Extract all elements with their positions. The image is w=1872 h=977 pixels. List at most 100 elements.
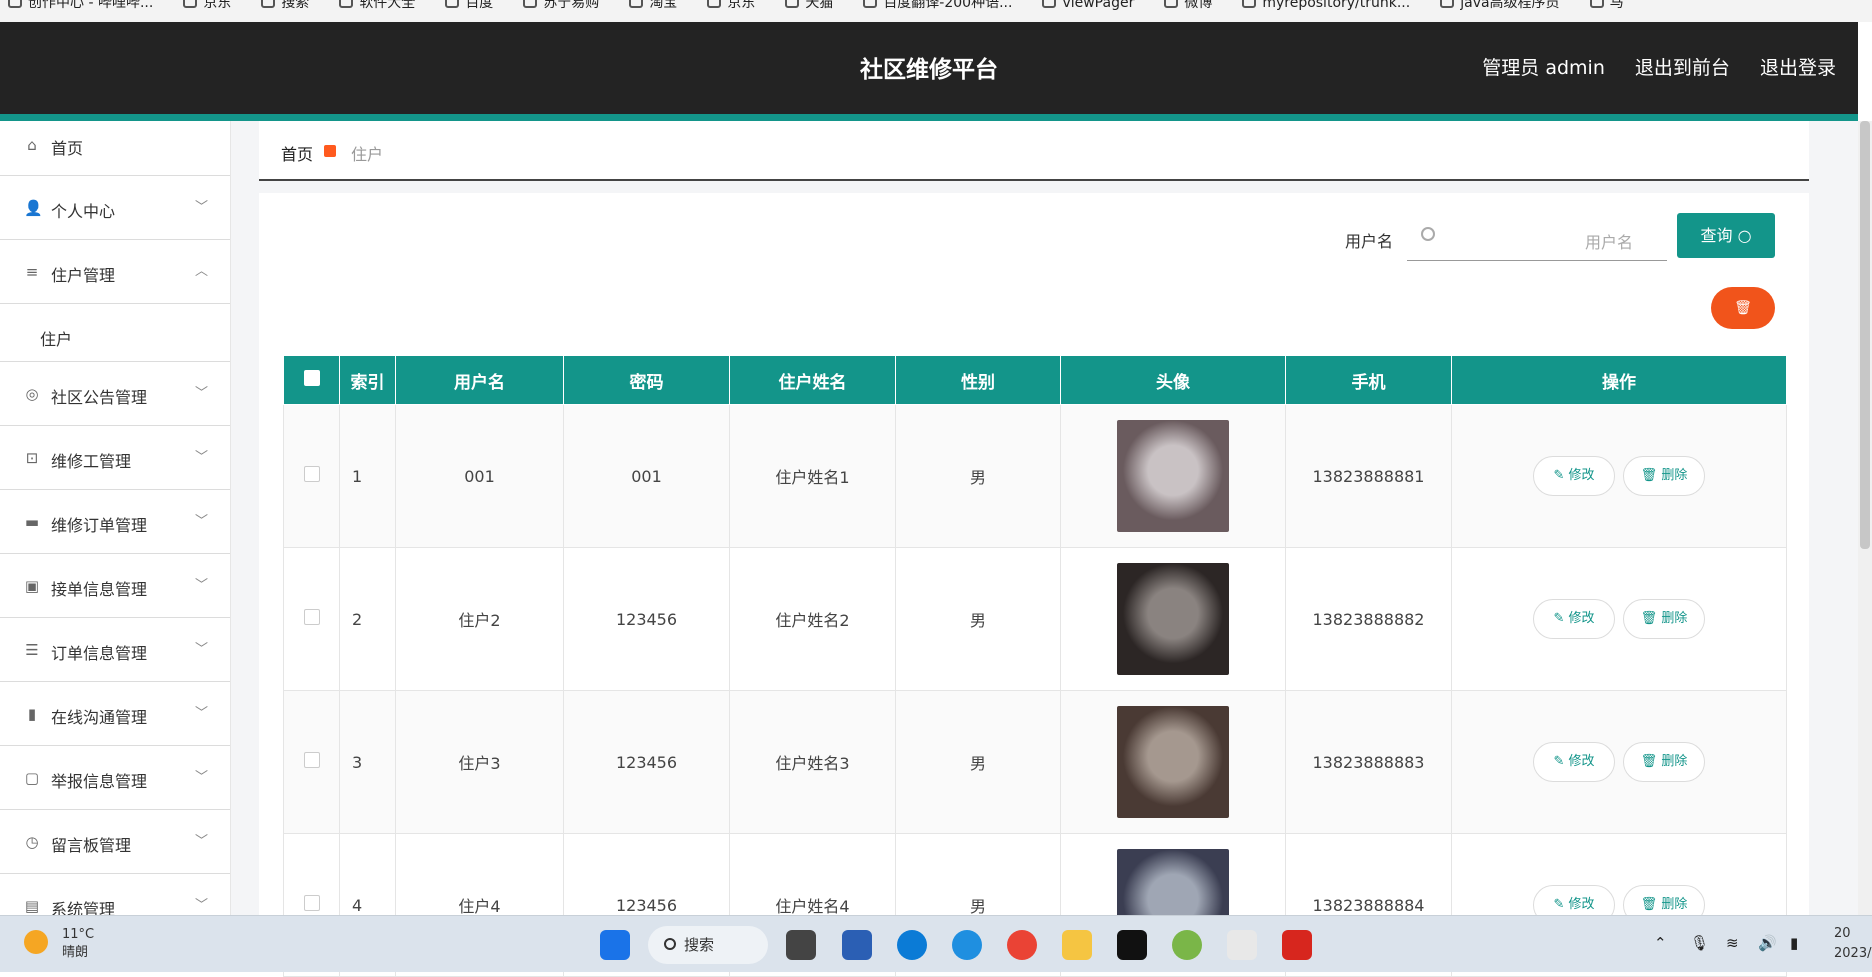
taskview-icon[interactable]	[786, 930, 816, 960]
logout-link[interactable]: 退出登录	[1760, 57, 1836, 79]
breadcrumb-separator-icon	[324, 145, 336, 157]
taskbar: 11°C 晴朗 搜索 ⌃ 🎙 ≋ 🔊 ▮ 20 2023/	[0, 915, 1872, 972]
bookmark-icon	[339, 0, 354, 8]
edit-button[interactable]: ✎ 修改	[1533, 599, 1615, 639]
cell-password: 001	[563, 404, 730, 548]
sidebar-item-label: 系统管理	[51, 900, 116, 915]
cell-phone: 13823888882	[1285, 547, 1452, 691]
chrome-icon[interactable]	[1007, 930, 1037, 960]
avatar	[1117, 563, 1229, 675]
idea-icon[interactable]	[1117, 930, 1147, 960]
delete-button[interactable]: 🗑 删除	[1623, 599, 1705, 639]
edit-button[interactable]: ✎ 修改	[1533, 456, 1615, 496]
sidebar-item[interactable]: ◎ 社区公告管理 ﹀	[0, 362, 230, 426]
page-scrollbar[interactable]	[1858, 121, 1872, 915]
bookmark-item[interactable]: 百度翻译-200种语...	[855, 0, 1012, 10]
wifi-icon[interactable]: ≋	[1726, 934, 1739, 952]
cell-phone: 13823888881	[1285, 404, 1452, 548]
sidebar-subitem-resident[interactable]: 住户	[0, 304, 230, 362]
cell-password: 123456	[563, 547, 730, 691]
sidebar-item-label: 接单信息管理	[51, 580, 148, 599]
breadcrumb-home[interactable]: 首页	[281, 141, 313, 165]
breadcrumb: 首页 住户	[259, 121, 1809, 181]
bookmark-item[interactable]: 创作中心 - 哔哩哔...	[0, 0, 153, 10]
ie-icon[interactable]	[952, 930, 982, 960]
sidebar-item[interactable]: ▢ 举报信息管理 ﹀	[0, 746, 230, 810]
scrollbar-thumb[interactable]	[1860, 121, 1870, 549]
menu-icon: ☰	[25, 641, 39, 659]
admin-label[interactable]: 管理员 admin	[1482, 57, 1605, 79]
bookmark-icon	[863, 0, 878, 8]
chevron-down-icon: ﹀	[194, 642, 208, 657]
sidebar-item[interactable]: ▮ 在线沟通管理 ﹀	[0, 682, 230, 746]
chevron-down-icon: ﹀	[194, 770, 208, 785]
sidebar-item-label: 维修订单管理	[51, 516, 148, 535]
edge-icon[interactable]	[897, 930, 927, 960]
batch-delete-button[interactable]: 🗑	[1711, 287, 1775, 329]
sidebar-item[interactable]: ▣ 接单信息管理 ﹀	[0, 554, 230, 618]
sidebar-item-home[interactable]: ⌂ 首页	[0, 121, 230, 176]
menu-icon: ◷	[25, 833, 39, 851]
query-button[interactable]: 查询 ○	[1677, 213, 1775, 258]
tray-chevron-icon[interactable]: ⌃	[1654, 934, 1667, 952]
row-checkbox[interactable]	[303, 466, 320, 482]
chevron-down-icon: ﹀	[194, 834, 208, 849]
chevron-down-icon: ﹀	[194, 514, 208, 529]
sidebar-item[interactable]: ▬ 维修订单管理 ﹀	[0, 490, 230, 554]
bookmark-item[interactable]: 搜索	[253, 0, 309, 10]
app-icon[interactable]	[1227, 930, 1257, 960]
sidebar-item[interactable]: ≡ 住户管理 ︿	[0, 240, 230, 304]
edit-button-label: 修改	[1568, 468, 1595, 483]
col-header: 住户姓名	[729, 355, 896, 405]
bookmark-item[interactable]: 天猫	[777, 0, 833, 10]
folder-icon[interactable]	[1062, 930, 1092, 960]
battery-icon[interactable]: ▮	[1790, 934, 1798, 952]
sidebar-item[interactable]: 👤 个人中心 ﹀	[0, 176, 230, 240]
exit-front-link[interactable]: 退出到前台	[1635, 57, 1730, 79]
bookmark-item[interactable]: 马	[1582, 0, 1624, 10]
edit-button[interactable]: ✎ 修改	[1533, 742, 1615, 782]
avatar	[1117, 706, 1229, 818]
row-checkbox[interactable]	[303, 609, 320, 625]
col-header: 头像	[1060, 355, 1286, 405]
edit-icon: ✎	[1553, 468, 1569, 483]
table-header-row: 索引 用户名 密码 住户姓名 性别 头像 手机 操作	[283, 355, 1787, 405]
sidebar-item[interactable]: ◷ 留言板管理 ﹀	[0, 810, 230, 874]
sidebar-item[interactable]: ⊡ 维修工管理 ﹀	[0, 426, 230, 490]
start-icon[interactable]	[600, 930, 630, 960]
bookmark-item[interactable]: java高级程序员	[1432, 0, 1560, 10]
wps-icon[interactable]	[1282, 930, 1312, 960]
edit-icon: ✎	[1553, 754, 1569, 769]
bookmark-item[interactable]: 苏宁易购	[515, 0, 600, 11]
row-checkbox[interactable]	[303, 752, 320, 768]
app-icon[interactable]	[842, 930, 872, 960]
bookmark-item[interactable]: viewPager	[1034, 0, 1134, 10]
bookmark-label: myrepository/trunk...	[1262, 0, 1411, 11]
delete-button-label: 删除	[1661, 754, 1688, 769]
mic-icon[interactable]: 🎙	[1690, 934, 1709, 952]
bookmark-icon	[785, 0, 800, 8]
actions-cell: ✎ 修改 🗑 删除	[1451, 547, 1787, 691]
bookmark-item[interactable]: myrepository/trunk...	[1234, 0, 1411, 11]
bookmark-label: 苏宁易购	[543, 0, 600, 11]
delete-button[interactable]: 🗑 删除	[1623, 456, 1705, 496]
bookmark-item[interactable]: 京东	[699, 0, 755, 10]
taskbar-search[interactable]: 搜索	[648, 926, 768, 964]
delete-button[interactable]: 🗑 删除	[1623, 742, 1705, 782]
bookmark-item[interactable]: 百度	[437, 0, 493, 10]
sidebar-item[interactable]: ☰ 订单信息管理 ﹀	[0, 618, 230, 682]
chevron-down-icon: ﹀	[194, 706, 208, 721]
col-header: 操作	[1451, 355, 1787, 405]
actions-cell: ✎ 修改 🗑 删除	[1451, 690, 1787, 834]
row-select-cell	[283, 690, 340, 834]
bookmark-item[interactable]: 微博	[1156, 0, 1212, 10]
bookmark-item[interactable]: 京东	[175, 0, 231, 10]
volume-icon[interactable]: 🔊	[1758, 934, 1777, 952]
sidebar-item[interactable]: ▤ 系统管理 ﹀	[0, 874, 230, 915]
select-all-checkbox[interactable]	[303, 369, 320, 386]
row-checkbox[interactable]	[303, 895, 320, 911]
search-input[interactable]: 用户名	[1407, 215, 1667, 261]
app-icon[interactable]	[1172, 930, 1202, 960]
bookmark-item[interactable]: 软件大全	[331, 0, 415, 10]
bookmark-item[interactable]: 淘宝	[621, 0, 677, 10]
